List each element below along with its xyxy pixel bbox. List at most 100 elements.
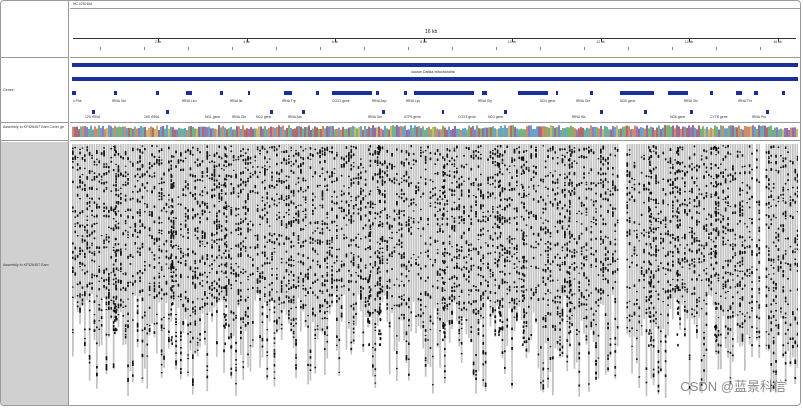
alignment-reads-track[interactable] bbox=[72, 142, 798, 406]
mismatch-mark bbox=[158, 248, 161, 252]
mismatch-mark bbox=[307, 315, 309, 317]
mismatch-mark bbox=[410, 257, 413, 259]
gene-feature-block[interactable] bbox=[690, 110, 693, 114]
gene-feature-block[interactable] bbox=[482, 91, 487, 95]
gene-feature-block[interactable] bbox=[736, 91, 742, 95]
mismatch-mark bbox=[108, 240, 110, 243]
mismatch-mark bbox=[165, 282, 168, 285]
coverage-bar bbox=[484, 127, 486, 137]
gene-feature-block[interactable] bbox=[220, 91, 223, 95]
mismatch-mark bbox=[585, 228, 588, 231]
gene-feature-block[interactable] bbox=[504, 110, 507, 114]
gene-feature-block[interactable] bbox=[518, 91, 548, 95]
coverage-track[interactable] bbox=[72, 125, 798, 137]
mismatch-mark bbox=[381, 289, 384, 291]
mismatch-mark bbox=[436, 280, 439, 282]
mismatch-mark bbox=[72, 270, 74, 273]
gene-feature-block[interactable] bbox=[156, 91, 159, 95]
gene-feature-block[interactable] bbox=[92, 110, 95, 114]
coverage-bar bbox=[460, 129, 462, 137]
mismatch-mark bbox=[360, 187, 362, 190]
gene-feature-block[interactable] bbox=[710, 91, 713, 95]
mismatch-mark bbox=[290, 286, 293, 290]
gene-feature-block[interactable] bbox=[414, 91, 474, 95]
mismatch-mark bbox=[276, 183, 278, 186]
gene-feature-block[interactable] bbox=[302, 110, 305, 114]
genes-track-label[interactable]: Genes bbox=[3, 88, 14, 92]
gene-feature-block[interactable] bbox=[556, 91, 558, 95]
gene-feature-block[interactable] bbox=[600, 110, 603, 114]
mismatch-mark bbox=[482, 204, 485, 207]
mismatch-mark bbox=[208, 272, 211, 274]
gene-feature-block[interactable] bbox=[590, 91, 593, 95]
gene-feature-block[interactable] bbox=[186, 91, 192, 95]
mismatch-mark bbox=[470, 222, 473, 225]
gene-feature-block[interactable] bbox=[114, 91, 117, 95]
mismatch-mark bbox=[324, 299, 326, 303]
mismatch-mark bbox=[276, 180, 278, 183]
mismatch-mark bbox=[237, 222, 240, 226]
gene-feature-block[interactable] bbox=[404, 91, 407, 95]
mismatch-mark bbox=[216, 296, 218, 300]
mismatch-mark bbox=[252, 263, 254, 267]
mismatch-mark bbox=[201, 236, 204, 239]
mismatch-mark bbox=[336, 234, 338, 237]
mismatch-mark bbox=[374, 322, 377, 325]
mismatch-mark bbox=[420, 154, 422, 157]
coverage-track-label[interactable]: Assembly to KF326457 Eam Cover ge bbox=[3, 125, 67, 129]
mismatch-mark bbox=[146, 355, 149, 357]
mismatch-mark bbox=[381, 251, 384, 254]
mismatch-mark bbox=[424, 161, 427, 164]
mismatch-mark bbox=[112, 283, 115, 285]
alignment-track-label[interactable]: Assembly to KF326457 Eam bbox=[3, 263, 49, 267]
mismatch-mark bbox=[345, 155, 348, 158]
mismatch-mark bbox=[364, 183, 367, 186]
coverage-bar bbox=[96, 128, 98, 137]
mismatch-mark bbox=[196, 337, 199, 339]
mismatch-mark bbox=[372, 347, 374, 349]
ruler-minor-tick bbox=[320, 47, 321, 50]
aligned-read bbox=[724, 144, 727, 348]
mismatch-mark bbox=[211, 173, 213, 176]
gene-feature-block[interactable] bbox=[668, 91, 688, 95]
mismatch-mark bbox=[475, 377, 477, 381]
gene-feature-block[interactable] bbox=[166, 110, 169, 114]
mismatch-mark bbox=[360, 176, 362, 178]
gene-feature-block[interactable] bbox=[620, 91, 654, 95]
mismatch-mark bbox=[585, 325, 588, 328]
gene-feature-block[interactable] bbox=[270, 110, 273, 114]
gene-feature-block[interactable] bbox=[316, 91, 319, 95]
mismatch-mark bbox=[331, 278, 333, 281]
mismatch-mark bbox=[295, 339, 297, 341]
mismatch-mark bbox=[379, 282, 381, 286]
gene-feature-block[interactable] bbox=[284, 91, 292, 95]
mismatch-mark bbox=[235, 279, 237, 282]
gene-feature-block[interactable] bbox=[782, 91, 785, 95]
mismatch-mark bbox=[84, 229, 86, 231]
mismatch-mark bbox=[477, 319, 480, 321]
mismatch-mark bbox=[566, 209, 569, 212]
mismatch-mark bbox=[112, 267, 115, 270]
gene-feature-block[interactable] bbox=[376, 91, 379, 95]
gene-feature-block[interactable] bbox=[766, 110, 769, 114]
mismatch-mark bbox=[201, 176, 204, 178]
coverage-bar bbox=[228, 128, 230, 137]
gene-feature-block[interactable] bbox=[248, 91, 250, 95]
mismatch-mark bbox=[290, 150, 293, 152]
mismatch-mark bbox=[439, 202, 441, 205]
gene-feature-block[interactable] bbox=[382, 110, 385, 114]
gene-feature-block[interactable] bbox=[754, 91, 758, 95]
mismatch-mark bbox=[554, 325, 557, 328]
mismatch-mark bbox=[511, 157, 513, 159]
gene-feature-block[interactable] bbox=[442, 110, 444, 114]
gene-feature-block[interactable] bbox=[644, 110, 647, 114]
mismatch-mark bbox=[523, 202, 525, 206]
mismatch-mark bbox=[196, 349, 199, 351]
mismatch-mark bbox=[196, 298, 199, 300]
mismatch-mark bbox=[583, 317, 585, 319]
gene-feature-block[interactable] bbox=[332, 91, 372, 95]
gene-feature-block[interactable] bbox=[72, 91, 76, 95]
mismatch-mark bbox=[199, 307, 201, 310]
mismatch-mark bbox=[592, 332, 595, 335]
mismatch-mark bbox=[348, 211, 350, 215]
